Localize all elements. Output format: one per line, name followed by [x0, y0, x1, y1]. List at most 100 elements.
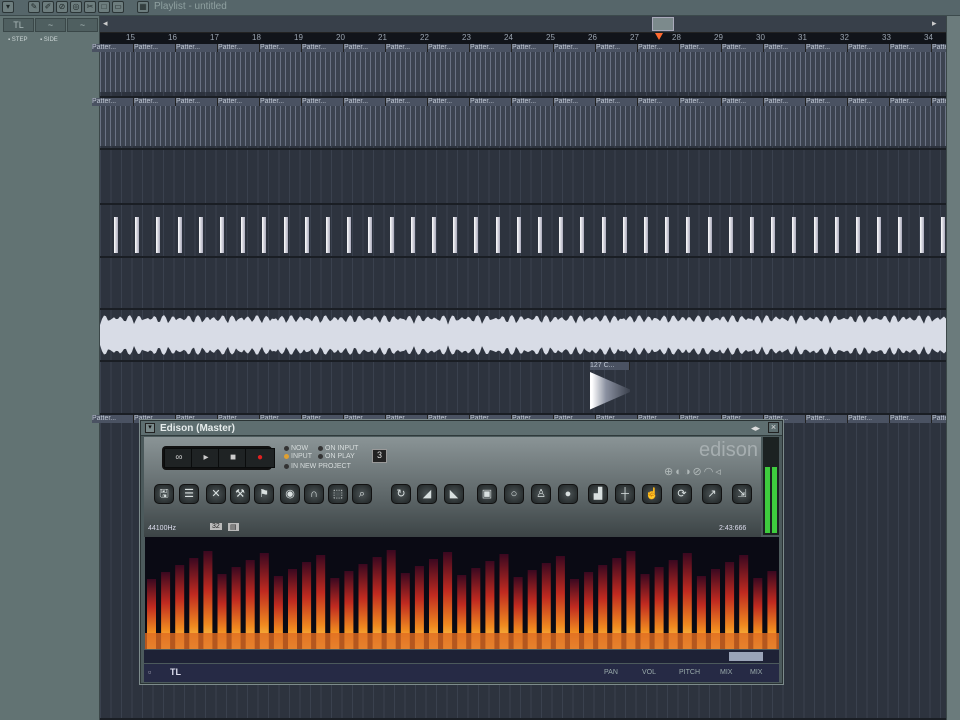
hand-icon[interactable]: ☝	[642, 484, 662, 504]
counter-display[interactable]: 3	[372, 449, 387, 463]
playlist-track[interactable]	[100, 258, 946, 310]
magnet-icon[interactable]: ∩	[304, 484, 324, 504]
playlist-track[interactable]: Patter... Patter... Patter... Patter... Patt…	[92, 44, 960, 98]
pattern-clip[interactable]: Patter...	[890, 44, 932, 52]
tab-wave-2[interactable]: ~	[67, 18, 98, 32]
circle-icon[interactable]: ○	[504, 484, 524, 504]
fade-in-icon[interactable]: ◢	[417, 484, 437, 504]
spectrogram[interactable]	[145, 537, 779, 649]
pattern-clip[interactable]: Patter...	[638, 98, 680, 106]
edison-scrollbar[interactable]	[144, 650, 779, 663]
playhead-marker[interactable]	[655, 33, 663, 40]
pattern-clip[interactable]: Patter...	[806, 44, 848, 52]
option-side[interactable]: ▪ SIDE	[40, 37, 58, 43]
pattern-clip[interactable]: Patter...	[722, 98, 764, 106]
knob-pitch[interactable]: PITCH	[679, 669, 700, 676]
pattern-clip[interactable]: Patter...	[302, 44, 344, 52]
pattern-clip[interactable]: Patter...	[386, 44, 428, 52]
pattern-clip[interactable]: Patter...	[344, 98, 386, 106]
pattern-clip[interactable]: Patter...	[722, 44, 764, 52]
flag-icon[interactable]: ⚑	[254, 484, 274, 504]
audio-waveform[interactable]	[100, 310, 946, 360]
eye-icon[interactable]: ◉	[280, 484, 300, 504]
playlist-track[interactable]	[100, 310, 946, 362]
export-icon[interactable]: ↗	[702, 484, 722, 504]
pattern-clip[interactable]: Patter...	[554, 98, 596, 106]
pattern-clip[interactable]: Patter...	[764, 98, 806, 106]
edison-titlebar[interactable]: ▾ Edison (Master) ◂▸ ×	[141, 421, 782, 436]
pattern-clip[interactable]: Patter...	[134, 44, 176, 52]
pattern-clip[interactable]: Patter...	[764, 44, 806, 52]
close-icon[interactable]: ×	[768, 422, 779, 433]
playlist-track[interactable]	[100, 205, 946, 258]
pattern-clip[interactable]: Patter...	[218, 98, 260, 106]
pattern-clip[interactable]: Patter...	[134, 98, 176, 106]
cut-icon[interactable]: ✕	[206, 484, 226, 504]
pattern-clip[interactable]: Patter...	[890, 415, 932, 423]
list-icon[interactable]: ☰	[179, 484, 199, 504]
pattern-clip[interactable]: Patter...	[596, 44, 638, 52]
pattern-clip[interactable]: Patter...	[428, 98, 470, 106]
tools-icon[interactable]: ⚒	[230, 484, 250, 504]
zoom-icon[interactable]: ⌕	[352, 484, 372, 504]
knob-mix-2[interactable]: MIX	[750, 669, 762, 676]
loop-button[interactable]: ∞	[164, 448, 194, 468]
pattern-clip[interactable]: Patter...	[806, 98, 848, 106]
pattern-clip[interactable]: Patter...	[260, 98, 302, 106]
paint-icon[interactable]: ✐	[42, 1, 54, 13]
fade-out-icon[interactable]: ◣	[444, 484, 464, 504]
menu-icon[interactable]: ▾	[2, 1, 14, 13]
undo-icon[interactable]: ↻	[391, 484, 411, 504]
pitch-icon[interactable]: ┼	[615, 484, 635, 504]
mute-icon[interactable]: ◎	[70, 1, 82, 13]
pattern-clip[interactable]: Patter...	[176, 98, 218, 106]
play-button[interactable]: ▸	[191, 448, 221, 468]
pattern-clip[interactable]: Patter...	[680, 98, 722, 106]
loop-icon[interactable]: ⟳	[672, 484, 692, 504]
drop-icon[interactable]: ●	[558, 484, 578, 504]
radio-now[interactable]: NOW	[284, 445, 308, 452]
playlist-track[interactable]: 127 C...	[100, 362, 946, 415]
sample-clip-label[interactable]: 127 C...	[590, 362, 630, 370]
knob-vol[interactable]: VOL	[642, 669, 656, 676]
stop-button[interactable]: ■	[218, 448, 248, 468]
scroll-left-icon[interactable]: ◂	[103, 18, 108, 29]
chart-icon[interactable]: ▟	[588, 484, 608, 504]
tab-wave-1[interactable]: ~	[35, 18, 66, 32]
pattern-clip[interactable]: Patter...	[806, 415, 848, 423]
pattern-clip[interactable]: Patter...	[470, 44, 512, 52]
pattern-clip[interactable]: Patter...	[92, 44, 134, 52]
save-icon[interactable]: 🖫	[154, 484, 174, 504]
option-step[interactable]: ▪ STEP	[8, 37, 27, 43]
horizontal-scrollbar[interactable]: ◂ ▸	[100, 16, 946, 33]
pattern-clip[interactable]: Patter...	[92, 415, 134, 423]
snap-icon[interactable]: ▦	[137, 1, 149, 13]
pattern-clip[interactable]: Patter...	[218, 44, 260, 52]
vertical-scrollbar[interactable]	[946, 16, 960, 720]
pattern-clip[interactable]: Patter...	[848, 44, 890, 52]
pencil-icon[interactable]: ✎	[28, 1, 40, 13]
pattern-clip[interactable]: Patter...	[470, 98, 512, 106]
zoom-icon[interactable]: ▭	[112, 1, 124, 13]
select-icon[interactable]: ⬚	[328, 484, 348, 504]
scroll-right-icon[interactable]: ▸	[932, 18, 937, 29]
footer-tl[interactable]: TL	[170, 667, 181, 677]
prev-next-icon[interactable]: ◂▸	[751, 423, 760, 434]
edit-icon[interactable]: ▣	[477, 484, 497, 504]
playlist-track[interactable]: Patter... Patter... Patter... Patter... Patt…	[92, 98, 960, 150]
edison-menu-icon[interactable]: ▾	[145, 423, 155, 433]
pattern-clip[interactable]: Patter...	[344, 44, 386, 52]
pattern-clip[interactable]: Patter...	[92, 98, 134, 106]
format-icon[interactable]: ▤	[228, 523, 239, 531]
pattern-clip[interactable]: Patter...	[638, 44, 680, 52]
knob-pan[interactable]: PAN	[604, 669, 618, 676]
record-button[interactable]: ●	[245, 448, 275, 468]
pattern-clip[interactable]: Patter...	[596, 98, 638, 106]
radio-on-input[interactable]: ON INPUT	[318, 445, 358, 452]
delete-icon[interactable]: ⊘	[56, 1, 68, 13]
drag-icon[interactable]: ⇲	[732, 484, 752, 504]
pattern-clip[interactable]: Patter...	[848, 415, 890, 423]
pattern-clip[interactable]: Patter...	[890, 98, 932, 106]
knob-mix[interactable]: MIX	[720, 669, 732, 676]
timeline-ruler[interactable]: 15 16 17 18 19 20 21 22 23 24 25 26 27 28 29 30 31 32 33 34	[100, 33, 946, 44]
